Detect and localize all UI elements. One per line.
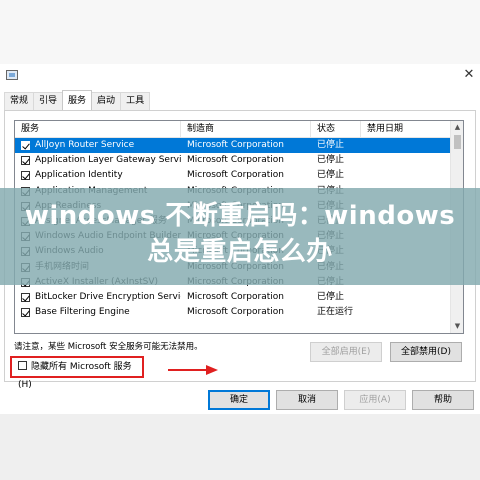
service-status: 正在运行 [317,307,354,318]
background-bottom [0,414,480,480]
service-checkbox[interactable] [21,292,30,302]
tab-services[interactable]: 服务 [62,90,93,110]
security-note: 请注意，某些 Microsoft 安全服务可能无法禁用。 [14,342,203,352]
list-header: 服务 制造商 状态 禁用日期 [15,121,451,138]
hide-ms-checkbox[interactable] [18,361,27,370]
service-row[interactable]: AllJoyn Router Service Microsoft Corporat… [15,138,451,154]
service-name: Base Filtering Engine [35,307,130,318]
scroll-down-icon[interactable]: ▼ [451,320,463,333]
service-checkbox[interactable] [21,141,30,150]
red-arrow-icon [168,365,218,375]
service-vendor: Microsoft Corporation [187,155,284,166]
hide-ms-label[interactable]: 隐藏所有 Microsoft 服务(H) [18,362,132,390]
tab-strip: 常规 引导 服务 启动 工具 [4,90,151,110]
service-status: 已停止 [317,170,345,181]
service-checkbox[interactable] [21,171,30,181]
column-header-disabled-date[interactable]: 禁用日期 [361,121,451,138]
banner-title: windows 不断重启吗：windows总是重启怎么办 [24,201,456,267]
service-name: Application Identity [35,170,123,181]
column-header-vendor[interactable]: 制造商 [181,121,311,138]
service-checkbox[interactable] [21,156,30,166]
service-row[interactable]: Application Layer Gateway Service Microso… [15,153,451,168]
hide-ms-services-highlight: 隐藏所有 Microsoft 服务(H) [10,356,144,390]
service-vendor: Microsoft Corporation [187,170,284,181]
scroll-thumb[interactable] [454,135,461,149]
help-button[interactable]: 帮助 [412,390,474,410]
title-banner: windows 不断重启吗：windows总是重启怎么办 [0,188,480,285]
cancel-button[interactable]: 取消 [276,390,338,410]
service-status: 已停止 [317,155,345,166]
service-checkbox[interactable] [21,308,30,318]
apply-button[interactable]: 应用(A) [344,390,406,410]
service-vendor: Microsoft Corporation [187,291,284,302]
service-row[interactable]: Application Identity Microsoft Corporatio… [15,168,451,183]
column-header-service[interactable]: 服务 [15,121,181,138]
tab-general[interactable]: 常规 [4,92,35,110]
app-icon [6,70,18,80]
service-name: Application Layer Gateway Service [35,155,181,166]
service-row[interactable]: Base Filtering Engine Microsoft Corporati… [15,305,451,320]
tab-startup[interactable]: 启动 [91,92,122,110]
service-vendor: Microsoft Corporation [187,307,284,318]
service-name: AllJoyn Router Service [35,140,135,150]
disable-all-button[interactable]: 全部禁用(D) [390,342,462,362]
column-header-status[interactable]: 状态 [311,121,361,138]
background-top [0,0,480,64]
scroll-up-icon[interactable]: ▲ [451,121,463,134]
service-status: 已停止 [317,140,345,150]
ok-button[interactable]: 确定 [208,390,270,410]
tab-tools[interactable]: 工具 [120,92,151,110]
service-vendor: Microsoft Corporation [187,140,284,150]
close-button[interactable]: ✕ [462,68,476,82]
service-row[interactable]: BitLocker Drive Encryption Service Micros… [15,290,451,305]
service-status: 已停止 [317,291,345,302]
tab-boot[interactable]: 引导 [33,92,64,110]
enable-all-button[interactable]: 全部启用(E) [310,342,382,362]
service-name: BitLocker Drive Encryption Service [35,291,181,302]
